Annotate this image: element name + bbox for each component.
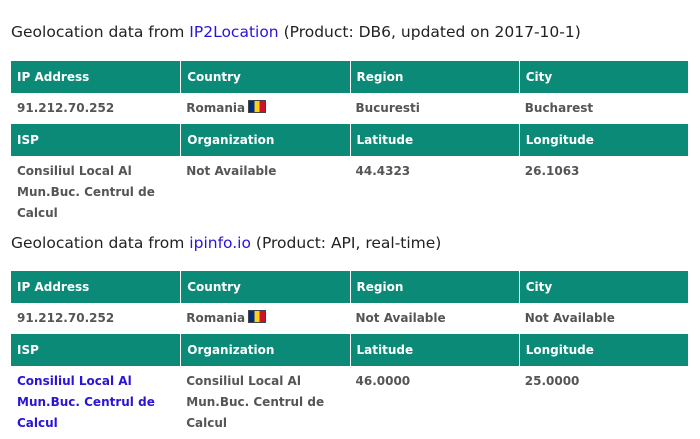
header-city: City — [518, 61, 688, 93]
header-isp: ISP — [11, 124, 181, 156]
table-row: 91.212.70.252 Romania Not Available Not … — [11, 303, 688, 334]
header-ip-address: IP Address — [11, 61, 181, 93]
header-row: ISP Organization Latitude Longitude — [11, 124, 688, 156]
longitude-value: 25.0000 — [524, 374, 580, 388]
romania-flag-icon — [248, 100, 267, 113]
city-value: Not Available — [524, 311, 615, 325]
header-region: Region — [349, 61, 519, 93]
city-value: Bucharest — [524, 101, 594, 115]
header-country: Country — [180, 61, 350, 93]
isp-value: Consiliul Local Al Mun.Buc. Centrul de C… — [17, 164, 155, 220]
region-value: Bucuresti — [355, 101, 420, 115]
section-title-ip2location: Geolocation data from IP2Location (Produ… — [11, 23, 581, 41]
title-suffix: (Product: API, real-time) — [250, 234, 442, 252]
header-country: Country — [180, 271, 350, 303]
header-organization: Organization — [180, 334, 350, 366]
ipinfo-link[interactable]: ipinfo.io — [189, 234, 251, 252]
organization-value: Not Available — [186, 164, 277, 178]
latitude-value: 46.0000 — [355, 374, 411, 388]
table-row: Consiliul Local Al Mun.Buc. Centrul de C… — [11, 366, 688, 439]
longitude-value: 26.1063 — [524, 164, 580, 178]
header-row: IP Address Country Region City — [11, 61, 688, 93]
header-isp: ISP — [11, 334, 181, 366]
header-latitude: Latitude — [349, 124, 519, 156]
country-cell: Romania — [180, 93, 349, 124]
ip-address-value: 91.212.70.252 — [17, 311, 115, 325]
country-value: Romania — [186, 101, 246, 115]
region-value: Not Available — [355, 311, 446, 325]
header-region: Region — [349, 271, 519, 303]
header-latitude: Latitude — [349, 334, 519, 366]
latitude-value: 44.4323 — [355, 164, 411, 178]
ipinfo-table: IP Address Country Region City 91.212.70… — [11, 271, 688, 439]
header-row: IP Address Country Region City — [11, 271, 688, 303]
ip2location-link[interactable]: IP2Location — [189, 23, 278, 41]
table-row: Consiliul Local Al Mun.Buc. Centrul de C… — [11, 156, 688, 229]
header-row: ISP Organization Latitude Longitude — [11, 334, 688, 366]
isp-link[interactable]: Consiliul Local Al Mun.Buc. Centrul de C… — [17, 374, 155, 430]
section-title-ipinfo: Geolocation data from ipinfo.io (Product… — [11, 234, 441, 252]
table-row: 91.212.70.252 Romania Bucuresti Buchares… — [11, 93, 688, 124]
header-ip-address: IP Address — [11, 271, 181, 303]
romania-flag-icon — [248, 310, 267, 323]
organization-value: Consiliul Local Al Mun.Buc. Centrul de C… — [186, 374, 325, 430]
title-suffix: (Product: DB6, updated on 2017-10-1) — [278, 23, 581, 41]
header-organization: Organization — [180, 124, 350, 156]
country-cell: Romania — [180, 303, 349, 334]
header-city: City — [518, 271, 688, 303]
header-longitude: Longitude — [518, 124, 688, 156]
ip-address-value: 91.212.70.252 — [17, 101, 115, 115]
country-value: Romania — [186, 311, 246, 325]
title-prefix: Geolocation data from — [11, 23, 190, 41]
isp-cell: Consiliul Local Al Mun.Buc. Centrul de C… — [11, 366, 180, 439]
ip2location-table: IP Address Country Region City 91.212.70… — [11, 61, 688, 229]
header-longitude: Longitude — [518, 334, 688, 366]
title-prefix: Geolocation data from — [11, 234, 190, 252]
